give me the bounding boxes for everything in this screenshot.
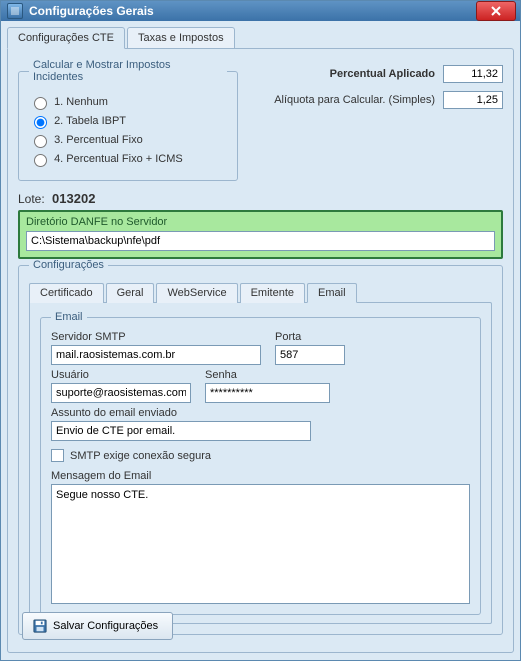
close-icon xyxy=(491,6,501,16)
tab-panel-cte: Calcular e Mostrar Impostos Incidentes 1… xyxy=(7,48,514,653)
group-impostos-incidentes: Calcular e Mostrar Impostos Incidentes 1… xyxy=(18,59,238,181)
tab-taxas-impostos[interactable]: Taxas e Impostos xyxy=(127,27,235,49)
lote-value: 013202 xyxy=(52,191,95,206)
app-icon xyxy=(7,3,23,19)
smtp-field[interactable] xyxy=(51,345,261,365)
group-configuracoes-legend: Configurações xyxy=(29,259,108,271)
radio-percicms-label: 4. Percentual Fixo + ICMS xyxy=(54,153,183,165)
config-subtab-strip: Certificado Geral WebService Emitente Em… xyxy=(29,283,492,303)
password-field[interactable] xyxy=(205,383,330,403)
radio-percentual-icms[interactable]: 4. Percentual Fixo + ICMS xyxy=(29,151,227,167)
user-field[interactable] xyxy=(51,383,191,403)
subtab-geral[interactable]: Geral xyxy=(106,283,155,303)
percentual-aplicado-field[interactable] xyxy=(443,65,503,83)
tab-configuracoes-cte[interactable]: Configurações CTE xyxy=(7,27,125,49)
group-email-legend: Email xyxy=(51,311,87,323)
port-field[interactable] xyxy=(275,345,345,365)
danfe-directory-header: Diretório DANFE no Servidor xyxy=(26,216,495,228)
radio-percicms-input[interactable] xyxy=(34,154,47,167)
subject-label: Assunto do email enviado xyxy=(51,407,311,419)
window-body: Configurações CTE Taxas e Impostos Calcu… xyxy=(1,21,520,661)
title-bar: Configurações Gerais xyxy=(1,1,520,21)
percentual-aplicado-label: Percentual Aplicado xyxy=(330,68,435,80)
kv-percentual-aplicado: Percentual Aplicado xyxy=(252,65,503,83)
subtab-webservice[interactable]: WebService xyxy=(156,283,237,303)
radio-tabela-input[interactable] xyxy=(34,116,47,129)
top-row: Calcular e Mostrar Impostos Incidentes 1… xyxy=(18,59,503,181)
aliquota-simples-label: Alíquota para Calcular. (Simples) xyxy=(274,94,435,106)
save-button[interactable]: Salvar Configurações xyxy=(22,612,173,640)
subtab-email[interactable]: Email xyxy=(307,283,357,303)
secure-smtp-row[interactable]: SMTP exige conexão segura xyxy=(51,449,470,462)
secure-smtp-label: SMTP exige conexão segura xyxy=(70,450,211,462)
password-label: Senha xyxy=(205,369,330,381)
window-frame: Configurações Gerais Configurações CTE T… xyxy=(0,0,521,661)
percentual-column: Percentual Aplicado Alíquota para Calcul… xyxy=(252,59,503,117)
group-impostos-legend: Calcular e Mostrar Impostos Incidentes xyxy=(29,59,227,83)
danfe-directory-box: Diretório DANFE no Servidor xyxy=(18,210,503,259)
radio-nenhum-label: 1. Nenhum xyxy=(54,96,108,108)
radio-tabela-ibpt[interactable]: 2. Tabela IBPT xyxy=(29,113,227,129)
radio-nenhum-input[interactable] xyxy=(34,97,47,110)
user-label: Usuário xyxy=(51,369,191,381)
radio-percfixo-label: 3. Percentual Fixo xyxy=(54,134,143,146)
message-field[interactable] xyxy=(51,484,470,604)
danfe-directory-field[interactable] xyxy=(26,231,495,251)
radio-percentual-fixo[interactable]: 3. Percentual Fixo xyxy=(29,132,227,148)
group-configuracoes: Configurações Certificado Geral WebServi… xyxy=(18,259,503,635)
aliquota-simples-field[interactable] xyxy=(443,91,503,109)
group-email: Email Servidor SMTP Porta xyxy=(40,311,481,615)
subtab-certificado[interactable]: Certificado xyxy=(29,283,104,303)
radio-tabela-label: 2. Tabela IBPT xyxy=(54,115,126,127)
radio-percfixo-input[interactable] xyxy=(34,135,47,148)
smtp-label: Servidor SMTP xyxy=(51,331,261,343)
lote-row: Lote: 013202 xyxy=(18,191,503,206)
radio-nenhum[interactable]: 1. Nenhum xyxy=(29,94,227,110)
message-label: Mensagem do Email xyxy=(51,470,470,482)
window-title: Configurações Gerais xyxy=(29,4,476,18)
subtab-emitente[interactable]: Emitente xyxy=(240,283,305,303)
close-button[interactable] xyxy=(476,1,516,21)
save-icon xyxy=(33,619,47,633)
subpanel-email: Email Servidor SMTP Porta xyxy=(29,302,492,624)
port-label: Porta xyxy=(275,331,345,343)
lote-label: Lote: xyxy=(18,192,45,206)
main-tab-strip: Configurações CTE Taxas e Impostos xyxy=(7,27,514,49)
secure-smtp-checkbox[interactable] xyxy=(51,449,64,462)
save-button-label: Salvar Configurações xyxy=(53,620,158,632)
kv-aliquota-simples: Alíquota para Calcular. (Simples) xyxy=(252,91,503,109)
subject-field[interactable] xyxy=(51,421,311,441)
